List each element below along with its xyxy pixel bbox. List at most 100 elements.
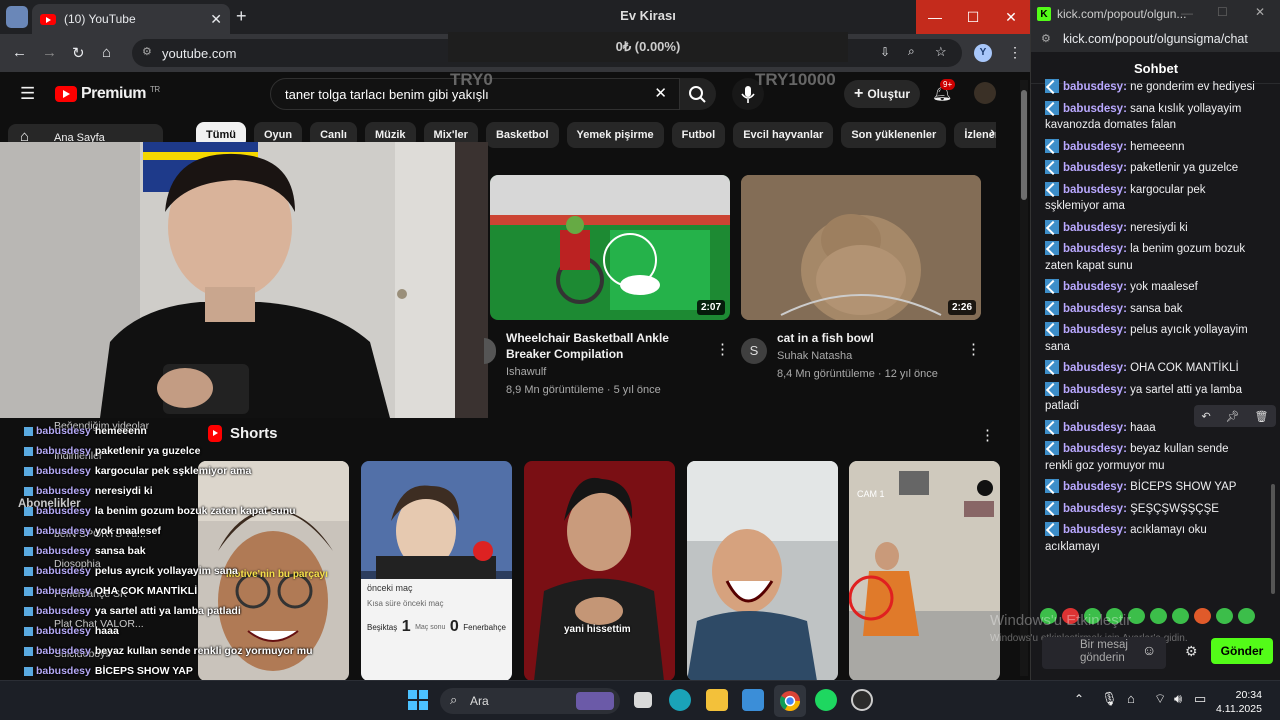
chip[interactable]: Evcil hayvanlar bbox=[733, 122, 834, 148]
chat-message[interactable]: babusdesy: BİCEPS SHOW YAP bbox=[1031, 476, 1269, 498]
new-tab-button[interactable]: + bbox=[236, 6, 247, 27]
emote-icon[interactable] bbox=[1238, 608, 1255, 624]
site-info-icon[interactable]: ⚙ bbox=[142, 45, 152, 58]
chat-message[interactable]: babusdesy: la benim gozum bozuk zaten ka… bbox=[1031, 238, 1269, 276]
chat-username[interactable]: babusdesy bbox=[1063, 384, 1123, 396]
wifi-icon[interactable]: ⌔ bbox=[1154, 691, 1166, 707]
chat-username[interactable]: babusdesy bbox=[1063, 481, 1123, 493]
chrome-icon-active[interactable] bbox=[774, 685, 806, 717]
kick-site-info-icon[interactable]: ⚙ bbox=[1041, 28, 1051, 50]
chat-message[interactable]: babusdesy: ŞEŞÇŞWŞŞÇŞE bbox=[1031, 498, 1269, 520]
emote-icon[interactable] bbox=[1150, 608, 1167, 624]
chat-username[interactable]: babusdesy bbox=[1063, 141, 1123, 153]
kick-minimize-button[interactable]: — bbox=[1181, 6, 1193, 20]
chip[interactable]: Son yüklenenler bbox=[841, 122, 947, 148]
video-title[interactable]: Wheelchair Basketball Ankle Breaker Comp… bbox=[506, 330, 706, 362]
close-tab-icon[interactable]: ✕ bbox=[210, 11, 222, 28]
scrollbar-thumb[interactable] bbox=[1021, 90, 1027, 200]
maximize-button[interactable]: ☐ bbox=[954, 0, 992, 34]
short-card[interactable]: yani hissettim bbox=[524, 461, 675, 680]
chat-message[interactable]: babusdesy: OHA COK MANTİKLİ bbox=[1031, 357, 1269, 379]
tab-search-button[interactable] bbox=[6, 6, 28, 28]
emoji-picker-icon[interactable]: ☺ bbox=[1142, 642, 1156, 658]
short-card[interactable]: CAM 1 bbox=[849, 461, 1000, 680]
account-avatar[interactable] bbox=[974, 82, 996, 104]
kick-close-button[interactable]: ✕ bbox=[1255, 5, 1265, 19]
video-more-icon[interactable]: ⋮ bbox=[966, 340, 981, 358]
delete-icon[interactable]: 🗑︎ bbox=[1255, 410, 1269, 423]
chip[interactable]: Futbol bbox=[671, 122, 726, 148]
chat-username[interactable]: babusdesy bbox=[1063, 222, 1123, 234]
home-icon[interactable]: ⌂ bbox=[102, 44, 111, 61]
video-title[interactable]: cat in a fish bowl bbox=[777, 330, 957, 346]
reload-icon[interactable]: ↻ bbox=[72, 44, 85, 62]
zoom-icon[interactable]: ⌕ bbox=[908, 44, 915, 59]
chat-message[interactable]: babusdesy: yok maalesef bbox=[1031, 276, 1269, 298]
chat-username[interactable]: babusdesy bbox=[1063, 103, 1123, 115]
emote-icon[interactable] bbox=[1216, 608, 1233, 624]
chat-message[interactable]: babusdesy: sana kıslık yollayayim kavano… bbox=[1031, 98, 1269, 136]
taskbar-search[interactable]: ⌕ Ara bbox=[440, 688, 620, 714]
chip[interactable]: Basketbol bbox=[485, 122, 559, 148]
chat-message[interactable]: babusdesy: kargocular pek sşklemiyor ama bbox=[1031, 179, 1269, 217]
shorts-more-icon[interactable]: ⋮ bbox=[980, 426, 995, 444]
chip[interactable]: Yemek pişirme bbox=[566, 122, 664, 148]
spotify-icon[interactable] bbox=[815, 689, 837, 711]
battery-icon[interactable]: ▭ bbox=[1194, 691, 1206, 707]
start-button[interactable] bbox=[408, 690, 428, 710]
chat-message[interactable]: babusdesy: hemeeenn bbox=[1031, 136, 1269, 158]
page-scrollbar[interactable] bbox=[1020, 80, 1028, 676]
chat-scrollbar-thumb[interactable] bbox=[1271, 484, 1275, 594]
video-thumbnail[interactable]: 2:26 bbox=[741, 175, 981, 320]
youtube-logo[interactable]: Premium TR bbox=[55, 85, 160, 103]
kick-url-bar[interactable]: ⚙ kick.com/popout/olgunsigma/chat bbox=[1031, 28, 1280, 52]
chat-username[interactable]: babusdesy bbox=[1063, 81, 1123, 93]
tray-mic-icon[interactable]: 🎙︎ bbox=[1101, 691, 1118, 707]
chat-message[interactable]: babusdesy: neresiydi ki bbox=[1031, 217, 1269, 239]
chat-username[interactable]: babusdesy bbox=[1063, 184, 1123, 196]
chat-username[interactable]: babusdesy bbox=[1063, 243, 1123, 255]
channel-avatar[interactable]: S bbox=[741, 338, 767, 364]
file-explorer-icon[interactable] bbox=[706, 689, 728, 711]
video-more-icon[interactable]: ⋮ bbox=[715, 340, 730, 358]
close-window-button[interactable]: ✕ bbox=[992, 0, 1030, 34]
channel-avatar[interactable] bbox=[484, 338, 496, 364]
video-channel[interactable]: Suhak Natasha bbox=[777, 349, 957, 364]
create-button[interactable]: + Oluştur bbox=[844, 80, 920, 108]
install-icon[interactable]: ⇩ bbox=[880, 45, 890, 59]
menu-kebab-icon[interactable]: ⋮ bbox=[1008, 44, 1022, 61]
chat-message[interactable]: babusdesy: beyaz kullan sende renkli goz… bbox=[1031, 438, 1269, 476]
tab-youtube[interactable]: (10) YouTube ✕ bbox=[32, 4, 230, 34]
back-icon[interactable]: ← bbox=[12, 44, 27, 61]
video-thumbnail[interactable]: 2:07 bbox=[490, 175, 730, 320]
emote-icon[interactable] bbox=[1194, 608, 1211, 624]
tray-app-icon[interactable]: ⌂ bbox=[1127, 691, 1135, 706]
chat-settings-gear-icon[interactable]: ⚙ bbox=[1185, 643, 1198, 660]
short-card[interactable]: önceki maç Kısa süre önceki maç Beşiktaş… bbox=[361, 461, 512, 680]
hamburger-menu-icon[interactable]: ☰ bbox=[20, 84, 35, 104]
video-card[interactable]: 2:07 Wheelchair Basketball Ankle Breaker … bbox=[484, 175, 730, 398]
chat-message[interactable]: babusdesy: paketlenir ya guzelce bbox=[1031, 157, 1269, 179]
chat-username[interactable]: babusdesy bbox=[1063, 162, 1123, 174]
minimize-button[interactable]: — bbox=[916, 0, 954, 34]
forward-icon[interactable]: → bbox=[42, 44, 57, 61]
task-view-icon[interactable] bbox=[634, 692, 652, 708]
tray-overflow-icon[interactable]: ⌃ bbox=[1074, 692, 1084, 706]
chat-username[interactable]: babusdesy bbox=[1063, 524, 1123, 536]
chat-send-button[interactable]: Gönder bbox=[1211, 638, 1273, 664]
video-card[interactable]: 2:26 Scat in a fish bowl Suhak Natasha 8,4 … bbox=[741, 175, 981, 382]
chat-scrollbar[interactable] bbox=[1271, 84, 1277, 604]
clear-search-icon[interactable]: ✕ bbox=[654, 84, 667, 102]
chat-message[interactable]: babusdesy: pelus ayıcık yollayayim sana bbox=[1031, 319, 1269, 357]
chat-message[interactable]: babusdesy: acıklamayı oku acıklamayı bbox=[1031, 519, 1269, 557]
kick-maximize-button[interactable]: ☐ bbox=[1217, 5, 1228, 19]
search-button[interactable] bbox=[680, 78, 716, 110]
obs-icon[interactable] bbox=[851, 689, 873, 711]
chat-message[interactable]: babusdesy: sansa bak bbox=[1031, 298, 1269, 320]
edge-browser-icon[interactable] bbox=[669, 689, 691, 711]
chat-username[interactable]: babusdesy bbox=[1063, 443, 1123, 455]
volume-icon[interactable]: 🔊︎ bbox=[1174, 691, 1182, 707]
short-card[interactable] bbox=[687, 461, 838, 680]
bookmark-star-icon[interactable]: ☆ bbox=[935, 44, 947, 60]
chat-username[interactable]: babusdesy bbox=[1063, 281, 1123, 293]
